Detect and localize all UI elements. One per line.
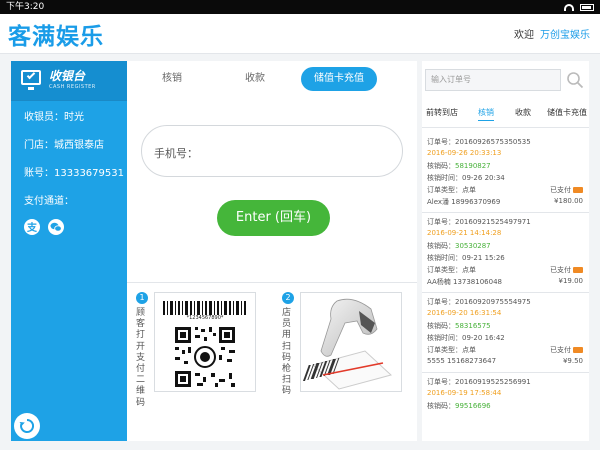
- sidebar-subtitle: CASH REGISTER: [49, 84, 96, 90]
- card-icon: [573, 347, 583, 353]
- rtab-card-recharge[interactable]: 储值卡充值: [547, 107, 587, 118]
- order-item[interactable]: 订单号：20160926575350535 2016-09-26 20:33:1…: [422, 137, 589, 213]
- cashier-info: 收银员：时光 门店：城西银泰店 账号：13333679531 支付通道：: [11, 101, 127, 207]
- system-status-bar: 下午3:20: [0, 0, 600, 14]
- welcome-text: 欢迎: [514, 30, 534, 41]
- tab-card-recharge[interactable]: 储值卡充值: [301, 67, 377, 91]
- code-label: 核销码：: [427, 242, 455, 250]
- paid-status: 已支付: [550, 266, 571, 274]
- step2-number: 2: [282, 292, 294, 304]
- enter-button[interactable]: Enter (回车): [217, 200, 330, 236]
- barcode-qr-image: [163, 301, 246, 387]
- pay-channels-label: 支付通道：: [24, 196, 74, 207]
- order-time: 2016-09-19 17:58:44: [427, 389, 502, 397]
- code-label: 核销码：: [427, 402, 455, 410]
- order-type: 订单类型：点单: [427, 266, 476, 274]
- scanner-card: [300, 292, 402, 392]
- wechat-icon[interactable]: [48, 219, 64, 235]
- verify-code: 58316575: [455, 322, 491, 330]
- step2-text: 店员用扫码枪扫码: [282, 308, 292, 397]
- alipay-icon[interactable]: 支: [24, 219, 40, 235]
- app-header: 客满娱乐 欢迎 万创宝娱乐: [0, 14, 600, 54]
- order-time: 2016-09-20 16:31:54: [427, 309, 502, 317]
- svg-text:支: 支: [26, 221, 38, 234]
- barcode-number: *1234567890*: [186, 315, 224, 321]
- order-number: 订单号：20160920975554975: [427, 298, 531, 306]
- pay-channel-icons: 支: [11, 219, 127, 235]
- order-number: 订单号：20160919525256991: [427, 378, 531, 386]
- clock: 下午3:20: [6, 2, 45, 12]
- order-number: 订单号：20160926575350535: [427, 138, 531, 146]
- order-time: 2016-09-21 14:14:28: [427, 229, 502, 237]
- customer-qr-card: *1234567890*: [154, 292, 256, 392]
- verify-code: 30530287: [455, 242, 491, 250]
- verify-code: 58190827: [455, 162, 491, 170]
- order-amount: ¥19.00: [558, 277, 584, 285]
- verify-code: 99516696: [455, 402, 491, 410]
- order-type: 订单类型：点单: [427, 186, 476, 194]
- user-link[interactable]: 万创宝娱乐: [540, 30, 590, 41]
- tabs-underline: [422, 127, 589, 128]
- order-amount: ¥9.50: [562, 357, 583, 365]
- code-label: 核销码：: [427, 162, 455, 170]
- rtab-arrival[interactable]: 前转到店: [426, 107, 458, 118]
- search-button[interactable]: [566, 71, 584, 89]
- battery-icon: [580, 3, 594, 11]
- divider: [127, 282, 417, 283]
- register-icon: [21, 70, 41, 90]
- order-amount: ¥180.00: [554, 197, 583, 205]
- welcome-area: 欢迎 万创宝娱乐: [514, 26, 590, 41]
- search-icon: [567, 72, 584, 89]
- customer-info: 5555 15168273647: [427, 357, 497, 365]
- order-item[interactable]: 订单号：20160919525256991 2016-09-19 17:58:4…: [422, 377, 589, 417]
- phone-label: 手机号：: [154, 147, 198, 160]
- verify-time: 核销时间：09-26 20:34: [427, 174, 505, 182]
- wifi-icon: [564, 3, 574, 11]
- card-icon: [573, 187, 583, 193]
- phone-input[interactable]: 手机号：: [141, 125, 403, 177]
- verify-time: 核销时间：09-20 16:42: [427, 334, 505, 342]
- store-name: 门店：城西银泰店: [24, 140, 104, 151]
- card-icon: [573, 267, 583, 273]
- order-item[interactable]: 订单号：20160921525497971 2016-09-21 14:14:2…: [422, 217, 589, 293]
- account-number: 账号：13333679531: [24, 168, 124, 179]
- paid-status: 已支付: [550, 346, 571, 354]
- refresh-icon: [19, 418, 35, 433]
- main-panel: 核销 收款 储值卡充值 手机号： Enter (回车) 1 顾客打开支付二维码: [127, 61, 417, 441]
- app-logo: 客满娱乐: [8, 24, 104, 50]
- main-tabs: 核销 收款 储值卡充值: [127, 67, 417, 91]
- rtab-receive[interactable]: 收款: [515, 107, 531, 118]
- tab-receive[interactable]: 收款: [220, 67, 290, 91]
- order-item[interactable]: 订单号：20160920975554975 2016-09-20 16:31:5…: [422, 297, 589, 373]
- refresh-button[interactable]: [14, 413, 40, 439]
- sidebar-title: 收银台: [49, 69, 86, 83]
- customer-info: AA杨楠 13738106048: [427, 278, 502, 286]
- tab-verify[interactable]: 核销: [137, 67, 207, 91]
- order-tabs: 前转到店 核销 收款 储值卡充值: [422, 107, 589, 125]
- customer-info: Alex潘 18996370969: [427, 198, 501, 206]
- code-label: 核销码：: [427, 322, 455, 330]
- order-list: 订单号：20160926575350535 2016-09-26 20:33:1…: [422, 137, 589, 421]
- step1-number: 1: [136, 292, 148, 304]
- orders-panel: 输入订单号 前转到店 核销 收款 储值卡充值 订单号：2016092657535…: [422, 61, 589, 441]
- system-icons: [564, 0, 594, 14]
- paid-status: 已支付: [550, 186, 571, 194]
- cashier-sidebar: 收银台 CASH REGISTER 收银员：时光 门店：城西银泰店 账号：133…: [11, 61, 127, 441]
- order-time: 2016-09-26 20:33:13: [427, 149, 502, 157]
- order-search-input[interactable]: 输入订单号: [425, 69, 561, 91]
- barcode-scanner-image: [302, 298, 393, 390]
- rtab-verify[interactable]: 核销: [478, 107, 494, 121]
- step1-text: 顾客打开支付二维码: [136, 308, 146, 408]
- sidebar-header: 收银台 CASH REGISTER: [11, 61, 127, 101]
- order-number: 订单号：20160921525497971: [427, 218, 531, 226]
- order-type: 订单类型：点单: [427, 346, 476, 354]
- verify-time: 核销时间：09-21 15:26: [427, 254, 505, 262]
- cashier-name: 收银员：时光: [24, 112, 84, 123]
